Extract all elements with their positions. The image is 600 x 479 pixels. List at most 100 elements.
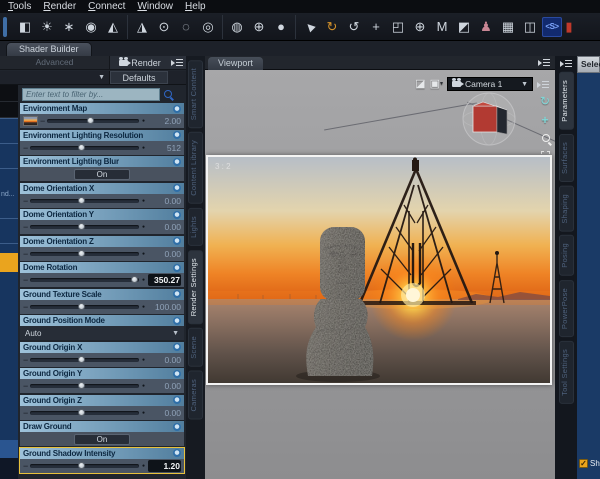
tab-surfaces[interactable]: Surfaces xyxy=(558,133,574,182)
spreadsheet-tool-icon[interactable]: ▦ xyxy=(498,17,518,37)
slider-increment[interactable]: ● xyxy=(142,304,145,310)
slider-increment[interactable]: ● xyxy=(142,251,145,257)
slider-track[interactable] xyxy=(30,223,139,230)
slider-track[interactable] xyxy=(47,117,139,124)
slider-increment[interactable]: ● xyxy=(142,224,145,230)
render-tool-clipped-icon[interactable]: ▮ xyxy=(564,17,574,37)
slider-decrement[interactable]: − xyxy=(23,355,28,365)
orbit-camera-icon[interactable]: ↻ xyxy=(540,95,550,107)
slider-increment[interactable]: ● xyxy=(142,463,145,469)
tab-lights[interactable]: Lights xyxy=(188,208,203,246)
slider-decrement[interactable]: − xyxy=(23,461,28,471)
param-value[interactable]: 512 xyxy=(148,143,181,153)
slider-increment[interactable]: ● xyxy=(142,277,145,283)
slider-decrement[interactable]: − xyxy=(23,249,28,259)
slider-track[interactable] xyxy=(30,355,139,363)
gear-icon[interactable] xyxy=(173,316,181,325)
gear-icon[interactable] xyxy=(173,157,181,166)
create-node-instance-icon[interactable]: ⊕ xyxy=(249,17,269,37)
menu-window[interactable]: Window xyxy=(133,1,181,13)
param-value[interactable]: 100.00 xyxy=(148,302,181,312)
create-null-icon[interactable]: ◌ xyxy=(176,17,196,37)
menu-render[interactable]: Render xyxy=(39,1,84,13)
gear-icon[interactable] xyxy=(173,449,181,457)
slider-decrement[interactable]: − xyxy=(23,275,28,285)
slider-handle[interactable] xyxy=(87,117,95,124)
create-camera-icon[interactable]: ◧ xyxy=(15,17,35,37)
slider-track[interactable] xyxy=(30,276,139,283)
slider-handle[interactable] xyxy=(78,382,86,389)
tab-posing[interactable]: Posing xyxy=(558,235,574,277)
gear-icon[interactable] xyxy=(173,343,181,351)
menu-tools[interactable]: Tools xyxy=(4,1,39,13)
slider-decrement[interactable]: − xyxy=(23,143,28,153)
gear-icon[interactable] xyxy=(173,263,181,272)
camera-selector-dropdown[interactable]: Camera 1 ▼ xyxy=(447,77,533,91)
gear-icon[interactable] xyxy=(173,290,181,298)
checkbox-checked-icon[interactable]: ✓ xyxy=(579,459,588,468)
twist-tool-icon[interactable]: ↺ xyxy=(344,17,364,37)
pane-options-icon[interactable] xyxy=(537,80,550,89)
slider-track[interactable] xyxy=(30,143,139,151)
universal-tool-icon[interactable]: ⊕ xyxy=(410,17,430,37)
slider-increment[interactable]: ● xyxy=(142,357,145,363)
strip-row[interactable] xyxy=(0,218,18,243)
slider-handle[interactable] xyxy=(78,461,86,469)
slider-handle[interactable] xyxy=(78,143,86,151)
slider-increment[interactable]: ● xyxy=(142,383,145,389)
strip-row[interactable] xyxy=(0,440,18,458)
create-point-light-icon[interactable]: ∗ xyxy=(59,17,79,37)
slider-decrement[interactable]: − xyxy=(40,116,45,126)
tab-viewport[interactable]: Viewport xyxy=(208,57,263,70)
selected-item-highlight[interactable] xyxy=(0,253,18,272)
slider-handle[interactable] xyxy=(78,223,86,230)
param-value[interactable]: 0.00 xyxy=(148,381,181,391)
create-center-point-icon[interactable]: ◎ xyxy=(198,17,218,37)
create-ambient-light-icon[interactable]: ◉ xyxy=(81,17,101,37)
surface-selection-tool-icon[interactable]: ◩ xyxy=(454,17,474,37)
tab-parameters[interactable]: Parameters xyxy=(558,72,574,130)
gear-icon[interactable] xyxy=(173,210,181,219)
gear-icon[interactable] xyxy=(173,396,181,404)
toggle-button[interactable]: On xyxy=(74,433,130,445)
tab-scene[interactable]: Scene xyxy=(188,328,203,367)
rotate-tool-icon[interactable]: ↻ xyxy=(322,17,342,37)
menu-help[interactable]: Help xyxy=(181,1,214,13)
slider-track[interactable] xyxy=(30,461,139,469)
viewport-canvas[interactable]: ◪ ▣▾ Camera 1 ▼ ↻ + ↑ xyxy=(205,70,555,479)
slider-increment[interactable]: ● xyxy=(142,118,145,124)
create-primitive-sphere-icon[interactable]: ● xyxy=(271,17,291,37)
gear-icon[interactable] xyxy=(173,422,181,431)
strip-row[interactable] xyxy=(0,143,18,168)
slider-track[interactable] xyxy=(30,408,139,416)
param-value[interactable]: 0.00 xyxy=(148,222,181,232)
figure-setup-tool-icon[interactable]: ♟ xyxy=(476,17,496,37)
param-value[interactable]: 0.00 xyxy=(148,249,181,259)
gear-icon[interactable] xyxy=(173,237,181,245)
render-button[interactable]: Render xyxy=(110,56,170,69)
tab-shaping[interactable]: Shaping xyxy=(558,185,574,232)
pane-options-icon[interactable] xyxy=(538,58,551,67)
translate-tool-icon[interactable]: + xyxy=(366,17,386,37)
param-value[interactable]: 0.00 xyxy=(148,196,181,206)
create-node-icon[interactable]: ⊙ xyxy=(154,17,174,37)
gear-icon[interactable] xyxy=(173,184,181,192)
gear-icon[interactable] xyxy=(173,369,181,378)
create-spotlight-icon[interactable]: ◭ xyxy=(103,17,123,37)
joint-editor-tool-icon[interactable]: ◫ xyxy=(520,17,540,37)
slider-decrement[interactable]: − xyxy=(23,302,28,312)
draw-style-icon[interactable]: ▣▾ xyxy=(430,78,443,90)
preset-dropdown[interactable]: ▼ xyxy=(0,71,110,84)
strip-row[interactable]: nd... xyxy=(0,168,18,198)
search-icon[interactable] xyxy=(163,89,174,100)
param-value[interactable]: 1.20 xyxy=(148,459,181,472)
pan-camera-icon[interactable]: + xyxy=(541,114,548,126)
tab-smart-content[interactable]: Smart Content xyxy=(188,60,203,129)
slider-handle[interactable] xyxy=(78,408,86,416)
node-selection-tool-icon[interactable]: ► xyxy=(296,12,324,40)
mesh-grabber-tool-icon[interactable]: M xyxy=(432,17,452,37)
slider-handle[interactable] xyxy=(78,355,86,363)
tab-powerpose[interactable]: PowerPose xyxy=(558,280,574,338)
pane-options-icon[interactable] xyxy=(559,59,573,68)
strip-row[interactable] xyxy=(0,118,18,143)
